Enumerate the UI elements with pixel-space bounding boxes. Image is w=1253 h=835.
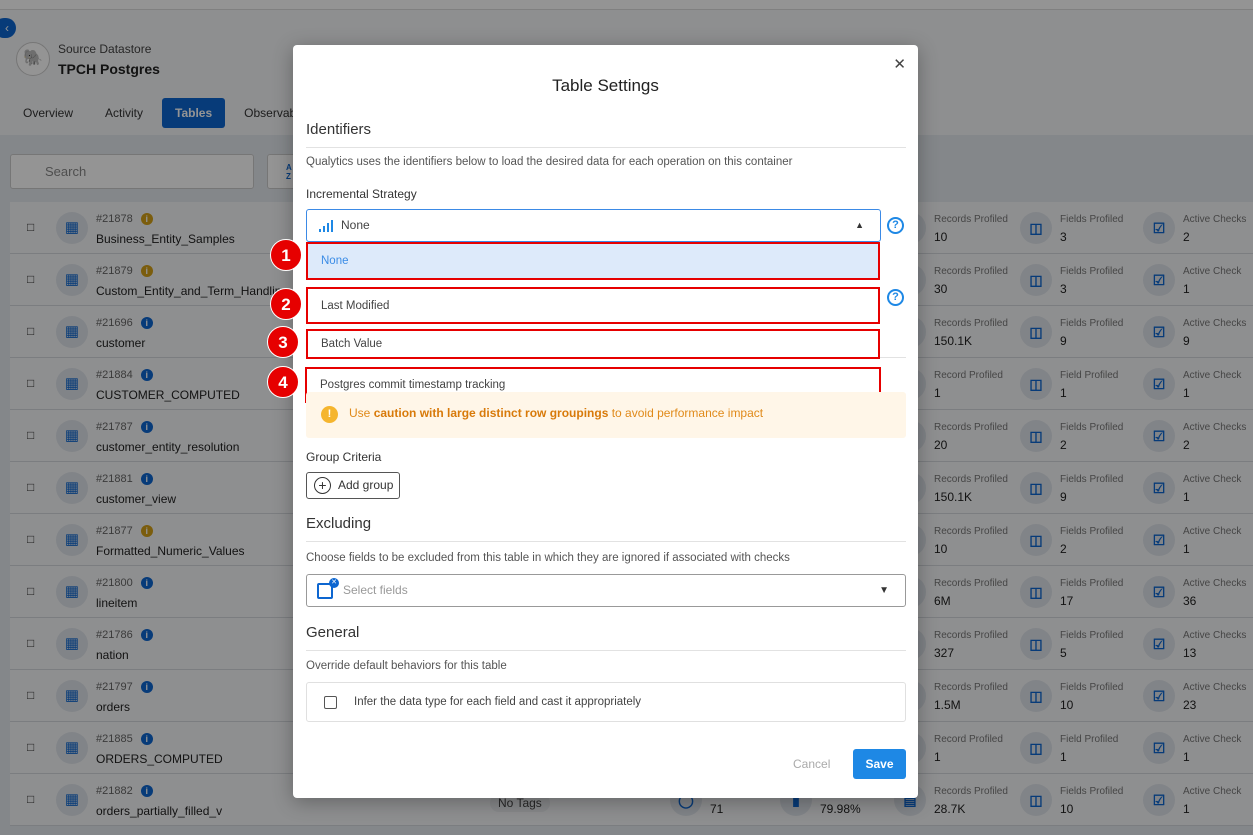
warning-icon: ! (321, 406, 338, 423)
signal-bars-icon (319, 220, 335, 232)
close-icon[interactable]: ✕ (893, 55, 906, 73)
select-fields-dropdown[interactable]: ✕ Select fields ▼ (306, 574, 906, 607)
plus-circle-icon: + (314, 477, 331, 494)
infer-data-type-option[interactable]: Infer the data type for each field and c… (306, 682, 906, 722)
excluding-description: Choose fields to be excluded from this t… (306, 552, 790, 564)
annotation-badge: 1 (270, 239, 302, 271)
help-icon[interactable]: ? (887, 217, 904, 234)
incremental-strategy-label: Incremental Strategy (306, 187, 417, 201)
help-icon[interactable]: ? (887, 289, 904, 306)
close-badge-icon: ✕ (329, 578, 339, 588)
identifiers-heading: Identifiers (306, 121, 906, 148)
warning-banner: ! Use caution with large distinct row gr… (306, 392, 906, 438)
identifiers-description: Qualytics uses the identifiers below to … (306, 156, 793, 168)
incremental-strategy-select[interactable]: None ▲ (306, 209, 881, 242)
cancel-button[interactable]: Cancel (793, 757, 830, 771)
general-description: Override default behaviors for this tabl… (306, 660, 507, 672)
annotation-badge: 2 (270, 288, 302, 320)
option-last-modified[interactable]: Last Modified (306, 287, 880, 324)
option-none[interactable]: None (306, 242, 880, 280)
save-button[interactable]: Save (853, 749, 906, 779)
annotation-badge: 3 (267, 326, 299, 358)
add-group-button[interactable]: + Add group (306, 472, 400, 499)
infer-data-type-checkbox[interactable] (324, 696, 337, 709)
annotation-badge: 4 (267, 366, 299, 398)
table-settings-dialog: Table Settings ✕ Identifiers Qualytics u… (267, 45, 918, 798)
caret-down-icon: ▼ (879, 585, 889, 596)
group-criteria-label: Group Criteria (306, 450, 382, 464)
caret-up-icon: ▲ (855, 220, 864, 230)
option-batch-value[interactable]: Batch Value (306, 329, 880, 359)
general-heading: General (306, 624, 906, 651)
dialog-title: Table Settings (552, 76, 659, 95)
excluding-heading: Excluding (306, 515, 906, 542)
